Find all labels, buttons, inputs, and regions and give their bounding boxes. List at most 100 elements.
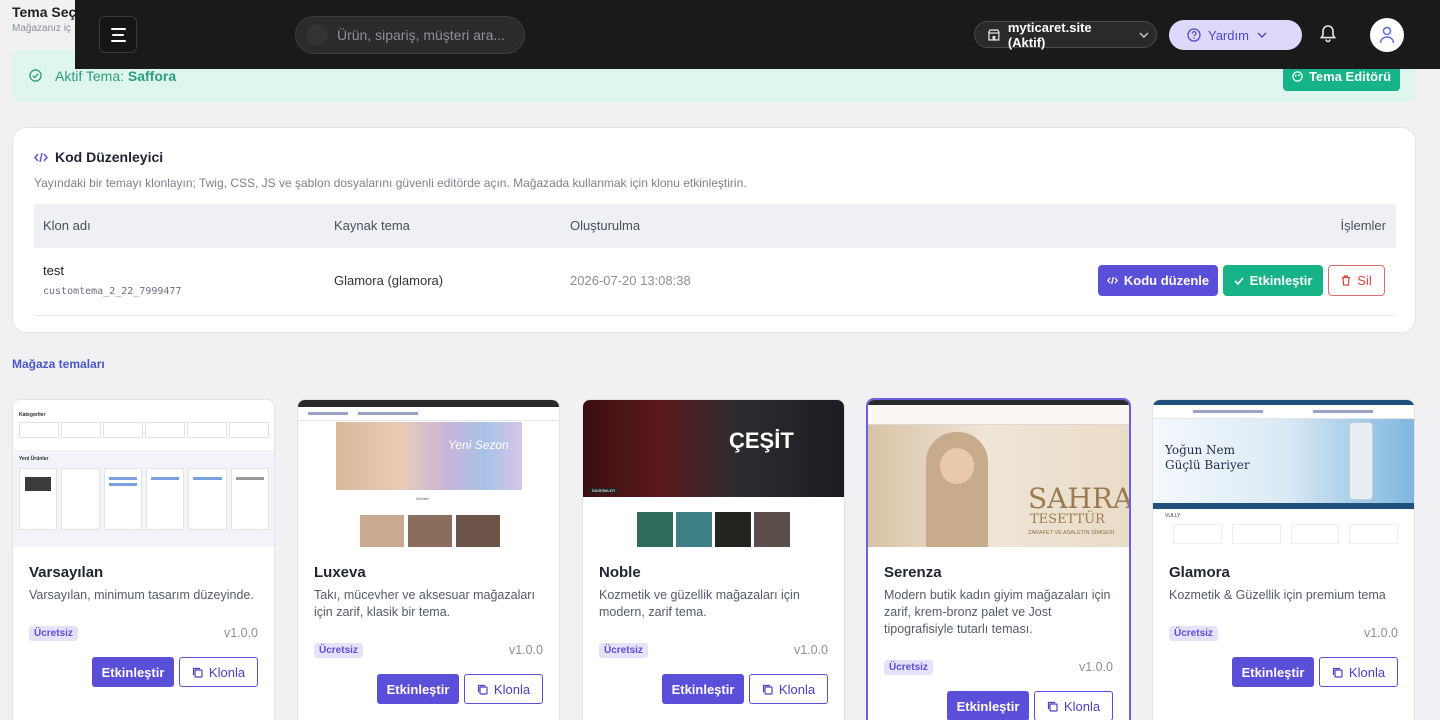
activate-theme-button[interactable]: Etkinleştir	[662, 674, 744, 704]
thumb-brand: SAHRA	[1028, 482, 1129, 515]
thumb-headline2: Güçlü Bariyer	[1165, 458, 1250, 472]
free-badge: Ücretsiz	[29, 626, 78, 641]
activate-theme-button[interactable]: Etkinleştir	[947, 691, 1029, 720]
menu-toggle-button[interactable]	[99, 16, 137, 53]
delete-clone-label: Sil	[1357, 273, 1372, 288]
theme-version: v1.0.0	[1363, 626, 1398, 640]
clone-theme-button[interactable]: Klonla	[1034, 691, 1113, 720]
theme-description: Takı, mücevher ve aksesuar mağazaları iç…	[314, 588, 535, 619]
copy-icon	[192, 667, 203, 678]
clone-table-header: Klon adı Kaynak tema Oluşturulma İşlemle…	[34, 204, 1396, 248]
copy-icon	[762, 684, 773, 695]
notification-bell-icon[interactable]	[1319, 24, 1337, 44]
code-icon	[34, 152, 48, 162]
menu-icon	[110, 27, 126, 30]
clone-label: Klonla	[778, 681, 816, 697]
thumb-banner-word: ÇEŞİT	[729, 428, 794, 453]
thumb-section: Ürünler	[416, 496, 430, 501]
copy-icon	[477, 684, 488, 695]
theme-card-serenza: SAHRA TESETTÜR ZARAFET VE ASALETİN SİMGE…	[866, 398, 1131, 720]
user-icon	[1379, 26, 1395, 44]
clone-theme-button[interactable]: Klonla	[464, 674, 543, 704]
theme-card-varsayilan: Kategoriler Yeni Ürünler Varsayılan Vars…	[12, 399, 275, 720]
search-placeholder: Ürün, sipariş, müşteri ara...	[337, 27, 506, 43]
clone-label: Klonla	[1348, 664, 1386, 680]
active-theme-label: Aktif Tema:	[55, 68, 124, 84]
theme-name: Serenza	[884, 564, 942, 581]
code-editor-card: Kod Düzenleyici Yayındaki bir temayı klo…	[12, 127, 1416, 333]
clone-theme-button[interactable]: Klonla	[749, 674, 828, 704]
free-badge: Ücretsiz	[1169, 626, 1218, 641]
chevron-down-icon	[1257, 32, 1267, 38]
help-circle-icon	[1187, 28, 1201, 42]
column-source-theme: Kaynak tema	[334, 218, 410, 233]
clone-created: 2026-07-20 13:08:38	[570, 273, 691, 288]
theme-preview-serenza[interactable]: SAHRA TESETTÜR ZARAFET VE ASALETİN SİMGE…	[868, 400, 1129, 547]
theme-name: Noble	[599, 564, 641, 581]
thumb-categories: Kategoriler	[19, 412, 46, 418]
page-subtitle: Mağazanız iç	[12, 23, 71, 34]
edit-code-button[interactable]: Kodu düzenle	[1098, 265, 1218, 296]
table-row: test customtema_2_22_7999477 Glamora (gl…	[34, 248, 1396, 316]
active-theme-name: Saffora	[127, 68, 177, 84]
delete-clone-button[interactable]: Sil	[1328, 265, 1385, 296]
help-label: Yardım	[1208, 27, 1249, 43]
thumb-brand-sub: TESETTÜR	[1030, 512, 1105, 527]
activate-theme-button[interactable]: Etkinleştir	[377, 674, 459, 704]
column-actions: İşlemler	[1340, 218, 1386, 233]
trash-icon	[1342, 275, 1351, 286]
thumb-new-products: Yeni Ürünler	[19, 456, 49, 462]
clone-name: test	[43, 263, 64, 278]
clone-label: Klonla	[1063, 698, 1101, 714]
theme-name: Varsayılan	[29, 564, 104, 581]
theme-version: v1.0.0	[223, 626, 258, 640]
theme-version: v1.0.0	[508, 643, 543, 657]
search-icon	[306, 24, 328, 46]
theme-card-luxeva: Yeni Sezon Ürünler Luxeva Takı, mücevher…	[297, 399, 560, 720]
thumb-banner-text: Yeni Sezon	[448, 438, 509, 452]
activate-clone-label: Etkinleştir	[1249, 273, 1313, 288]
thumb-headline1: Yoğun Nem	[1165, 443, 1236, 457]
activate-theme-button[interactable]: Etkinleştir	[92, 657, 174, 687]
edit-code-label: Kodu düzenle	[1123, 273, 1210, 288]
search-input[interactable]: Ürün, sipariş, müşteri ara...	[295, 16, 525, 54]
theme-card-glamora: Yoğun Nem Güçlü Bariyer VULLY Glamora Ko…	[1152, 399, 1415, 720]
store-selector[interactable]: myticaret.site (Aktif)	[974, 19, 1157, 50]
theme-version: v1.0.0	[793, 643, 828, 657]
theme-preview-glamora[interactable]: Yoğun Nem Güçlü Bariyer VULLY	[1153, 400, 1414, 547]
check-icon	[1233, 276, 1244, 285]
code-editor-header: Kod Düzenleyici	[34, 149, 163, 165]
theme-description: Modern butik kadın giyim mağazaları için…	[884, 588, 1111, 636]
store-themes-heading: Mağaza temaları	[12, 357, 105, 371]
copy-icon	[1332, 667, 1343, 678]
store-name: myticaret.site (Aktif)	[1007, 19, 1092, 50]
activate-theme-button[interactable]: Etkinleştir	[1232, 657, 1314, 687]
free-badge: Ücretsiz	[599, 643, 648, 658]
free-badge: Ücretsiz	[314, 643, 363, 658]
copy-icon	[1047, 701, 1058, 712]
code-editor-title: Kod Düzenleyici	[55, 149, 164, 165]
check-circle-icon	[29, 69, 42, 82]
theme-version: v1.0.0	[1078, 660, 1113, 674]
code-editor-description: Yayındaki bir temayı klonlayın; Twig, CS…	[34, 176, 747, 190]
clone-theme-button[interactable]: Klonla	[179, 657, 258, 687]
theme-name: Luxeva	[314, 564, 366, 581]
clone-label: Klonla	[208, 664, 246, 680]
activate-clone-button[interactable]: Etkinleştir	[1223, 265, 1323, 296]
store-icon	[987, 28, 1000, 41]
theme-preview-luxeva[interactable]: Yeni Sezon Ürünler	[298, 400, 559, 547]
theme-card-noble: ÇEŞİT İNDİRİMLER Noble Kozmetik ve güzel…	[582, 399, 845, 720]
chevron-down-icon	[1139, 32, 1149, 38]
top-navbar: Ürün, sipariş, müşteri ara... myticaret.…	[75, 0, 1440, 69]
clone-theme-button[interactable]: Klonla	[1319, 657, 1398, 687]
help-button[interactable]: Yardım	[1169, 20, 1302, 50]
page-header: Tema Seç Mağazanız iç	[12, 4, 76, 34]
code-icon	[1106, 276, 1118, 285]
user-avatar[interactable]	[1370, 18, 1404, 52]
column-clone-name: Klon adı	[43, 218, 91, 233]
theme-description: Kozmetik & Güzellik için premium tema	[1169, 588, 1386, 602]
theme-preview-noble[interactable]: ÇEŞİT İNDİRİMLER	[583, 400, 844, 547]
theme-preview-varsayilan[interactable]: Kategoriler Yeni Ürünler	[13, 400, 274, 547]
theme-description: Kozmetik ve güzellik mağazaları için mod…	[599, 588, 800, 619]
thumb-tagline: ZARAFET VE ASALETİN SİMGESİ	[1028, 530, 1115, 536]
